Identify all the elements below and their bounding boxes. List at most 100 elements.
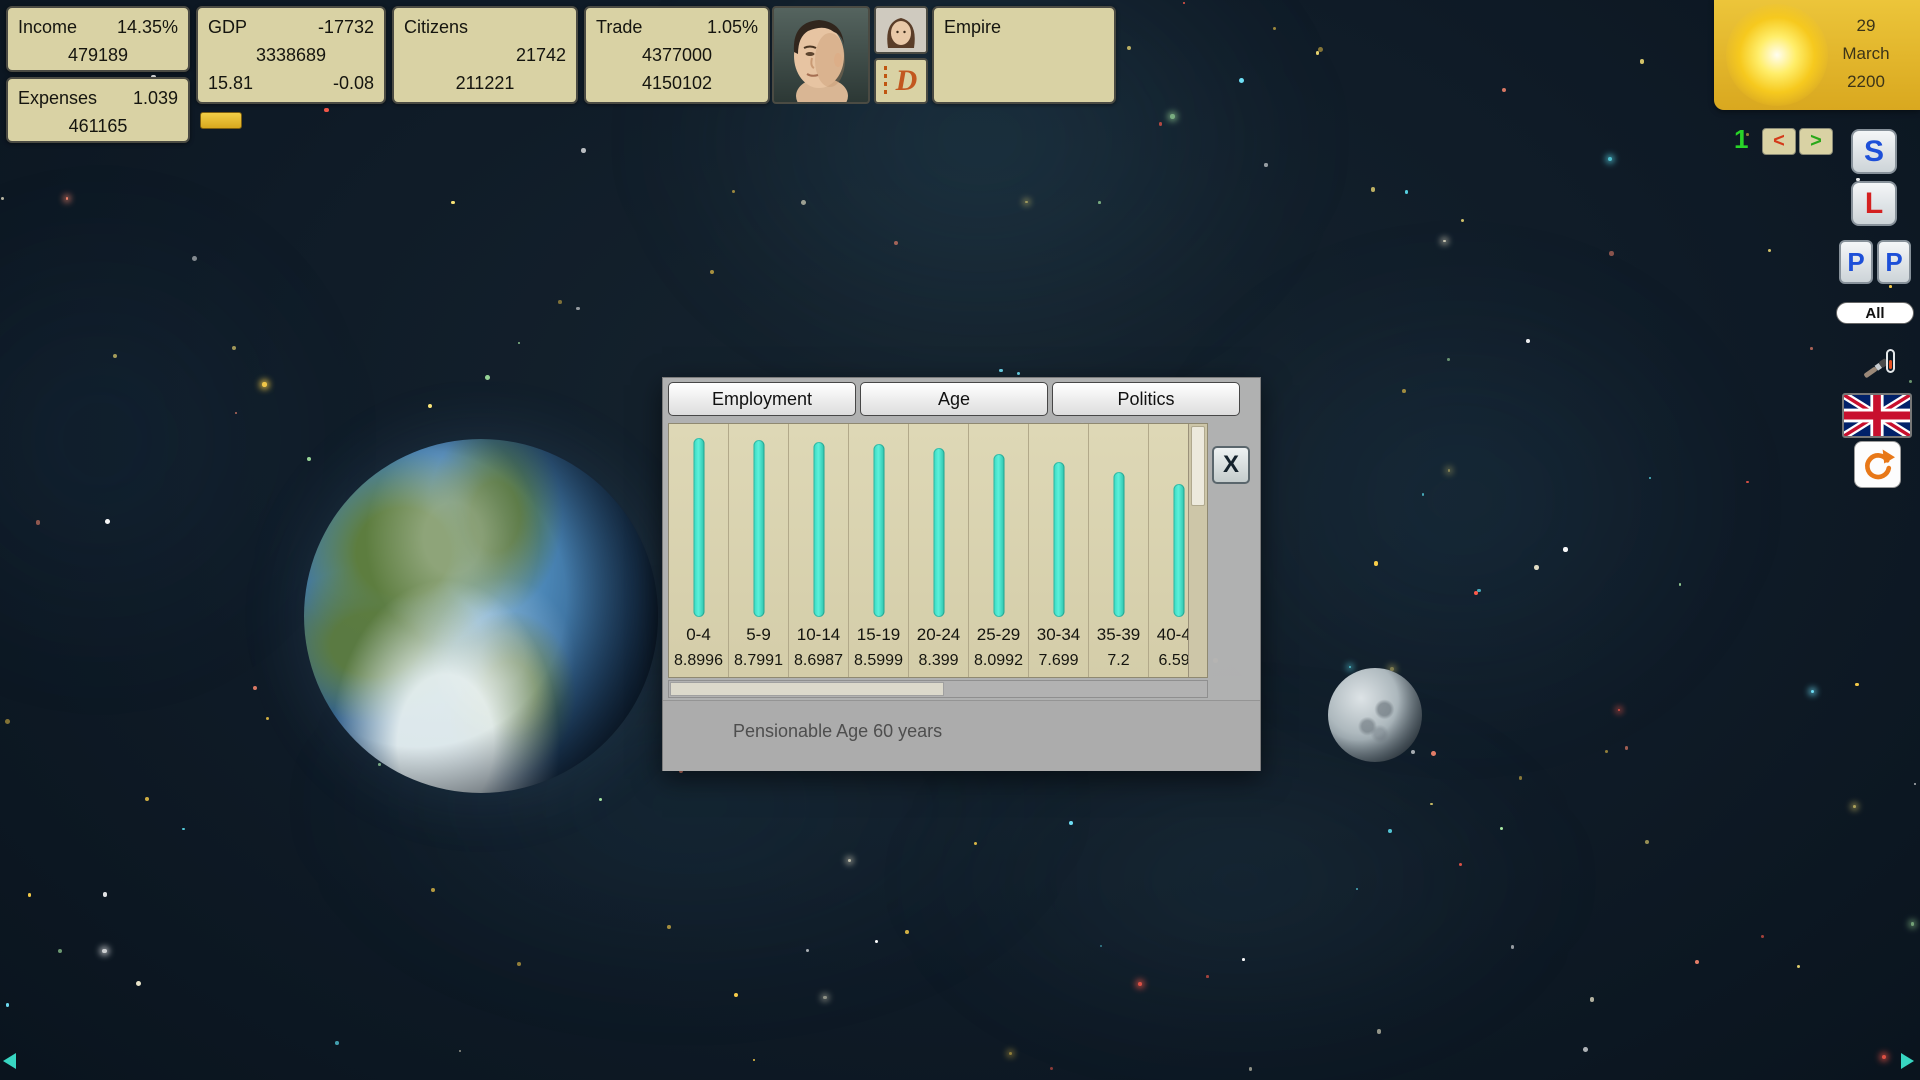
star xyxy=(145,797,149,801)
age-bar xyxy=(933,448,944,617)
star xyxy=(485,375,490,380)
star xyxy=(1170,114,1174,118)
gdp-progress-bar xyxy=(200,112,242,129)
star xyxy=(1374,561,1379,566)
star xyxy=(1017,372,1020,375)
leader-portrait[interactable] xyxy=(772,6,870,104)
gdp-change: -17732 xyxy=(318,14,374,42)
vertical-scrollbar-thumb[interactable] xyxy=(1191,426,1205,506)
dynasty-crest[interactable]: D xyxy=(874,58,928,104)
speed-increase-button[interactable]: > xyxy=(1799,128,1833,155)
star xyxy=(801,200,806,205)
star xyxy=(1349,666,1351,668)
policy-right-button[interactable]: P xyxy=(1877,240,1911,284)
age-bar xyxy=(813,442,824,617)
policy-left-button[interactable]: P xyxy=(1839,240,1873,284)
advisor-portrait[interactable] xyxy=(874,6,928,54)
date-panel: 29 March 2200 xyxy=(1714,0,1920,110)
star xyxy=(459,1050,461,1052)
age-column: 10-148.6987 xyxy=(789,424,849,677)
star xyxy=(1645,840,1649,844)
game-speed-value: 1 xyxy=(1734,124,1748,155)
moon[interactable] xyxy=(1328,668,1422,762)
star xyxy=(1909,380,1912,383)
citizens-label: Citizens xyxy=(404,14,468,42)
star xyxy=(1447,358,1450,361)
star xyxy=(1882,1055,1886,1059)
star xyxy=(1534,565,1539,570)
star xyxy=(1855,683,1858,686)
crest-letter: D xyxy=(887,61,926,101)
trade-label: Trade xyxy=(596,14,642,42)
star xyxy=(576,307,580,311)
star xyxy=(1608,157,1612,161)
tab-politics[interactable]: Politics xyxy=(1052,382,1240,416)
star xyxy=(1025,201,1027,203)
star xyxy=(1242,958,1245,961)
star xyxy=(806,949,809,952)
star xyxy=(1853,805,1856,808)
horizontal-scrollbar-thumb[interactable] xyxy=(670,682,944,696)
star xyxy=(1098,201,1101,204)
age-chart-columns: 0-48.89965-98.799110-148.698715-198.5999… xyxy=(669,424,1188,677)
star xyxy=(894,241,898,245)
gdp-per-capita: 15.81 xyxy=(208,70,253,98)
star xyxy=(428,404,432,408)
star xyxy=(1443,240,1445,242)
chart-vertical-scrollbar[interactable] xyxy=(1188,424,1207,677)
home-planet[interactable] xyxy=(304,439,658,793)
age-distribution-chart: 0-48.89965-98.799110-148.698715-198.5999… xyxy=(668,423,1208,678)
age-group-label: 35-39 xyxy=(1089,625,1148,645)
empire-panel: Empire xyxy=(932,6,1116,104)
expenses-label: Expenses xyxy=(18,85,97,113)
load-button[interactable]: L xyxy=(1851,181,1897,226)
close-button[interactable]: X xyxy=(1212,446,1250,484)
expenses-panel: Expenses 1.039 461165 xyxy=(6,77,190,143)
age-bar-track xyxy=(1029,430,1088,617)
star xyxy=(1695,960,1699,964)
age-group-label: 25-29 xyxy=(969,625,1028,645)
age-bar xyxy=(693,438,704,617)
star xyxy=(1500,827,1503,830)
trade-value-bottom: 4150102 xyxy=(596,70,758,98)
star xyxy=(1069,821,1073,825)
age-bar xyxy=(753,440,764,617)
star xyxy=(667,925,671,929)
language-flag-uk-icon[interactable] xyxy=(1842,393,1912,438)
refresh-button[interactable] xyxy=(1854,441,1901,488)
research-tools-icon[interactable] xyxy=(1862,345,1900,383)
star xyxy=(6,1003,10,1007)
age-group-value: 7.2 xyxy=(1089,652,1148,670)
brush-flask-icon xyxy=(1862,345,1900,383)
age-group-value: 8.8996 xyxy=(669,652,728,670)
tab-employment[interactable]: Employment xyxy=(668,382,856,416)
pension-age-note: Pensionable Age 60 years xyxy=(733,721,942,742)
star xyxy=(1459,863,1463,867)
tab-age[interactable]: Age xyxy=(860,382,1048,416)
all-filter-button[interactable]: All xyxy=(1836,302,1914,324)
star xyxy=(335,1041,339,1045)
star xyxy=(1249,1067,1253,1071)
expenses-amount: 461165 xyxy=(18,113,178,141)
age-bar-track xyxy=(789,430,848,617)
star xyxy=(36,520,40,524)
trade-panel: Trade 1.05% 4377000 4150102 xyxy=(584,6,770,104)
star xyxy=(431,888,435,892)
date-day: 29 xyxy=(1824,12,1908,40)
map-scroll-left-icon[interactable] xyxy=(3,1053,16,1069)
star xyxy=(1009,1052,1012,1055)
star xyxy=(1206,975,1209,978)
map-scroll-right-icon[interactable] xyxy=(1901,1053,1914,1069)
chart-horizontal-scrollbar[interactable] xyxy=(668,680,1208,698)
star xyxy=(1914,783,1916,785)
gdp-label: GDP xyxy=(208,14,247,42)
age-group-label: 30-34 xyxy=(1029,625,1088,645)
age-group-value: 8.0992 xyxy=(969,652,1028,670)
star xyxy=(734,993,738,997)
star xyxy=(710,270,714,274)
age-column: 40-446.598 xyxy=(1149,424,1188,677)
speed-decrease-button[interactable]: < xyxy=(1762,128,1796,155)
age-group-label: 20-24 xyxy=(909,625,968,645)
save-button[interactable]: S xyxy=(1851,129,1897,174)
star xyxy=(5,719,10,724)
